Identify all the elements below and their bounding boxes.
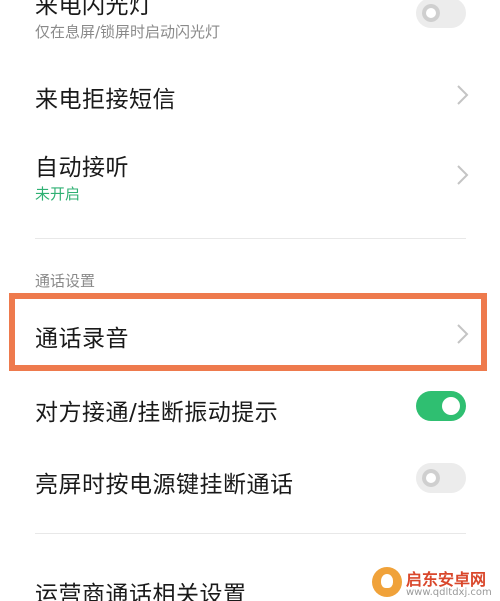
setting-row-auto-answer[interactable]: 自动接听 未开启	[0, 140, 500, 210]
call-settings-screen: 来电闪光灯 仅在息屏/锁屏时启动闪光灯 来电拒接短信 自动接听 未开启 通话设置…	[0, 0, 500, 601]
setting-title: 对方接通/挂断振动提示	[35, 400, 279, 426]
setting-row-reject-sms[interactable]: 来电拒接短信	[0, 70, 500, 120]
toggle-knob	[422, 469, 440, 487]
setting-row-flash[interactable]: 来电闪光灯 仅在息屏/锁屏时启动闪光灯	[0, 0, 500, 54]
setting-subtitle: 仅在息屏/锁屏时启动闪光灯	[35, 23, 221, 41]
setting-title: 来电闪光灯	[35, 0, 153, 19]
setting-title: 来电拒接短信	[35, 87, 176, 113]
watermark-logo-icon	[372, 567, 402, 597]
section-header-call-settings: 通话设置	[35, 272, 96, 290]
toggle-knob	[422, 4, 440, 22]
setting-row-vibrate-on-connect[interactable]: 对方接通/挂断振动提示	[0, 384, 500, 430]
divider	[35, 238, 466, 239]
watermark: 启东安卓网 www.qdltdxj.com	[372, 566, 496, 600]
setting-title: 自动接听	[35, 155, 129, 181]
chevron-right-icon	[452, 83, 472, 107]
highlight-box	[9, 293, 487, 371]
setting-status: 未开启	[35, 185, 81, 203]
setting-row-power-key-hangup[interactable]: 亮屏时按电源键挂断通话	[0, 455, 500, 501]
chevron-right-icon	[452, 163, 472, 187]
setting-title: 运营商通话相关设置	[35, 582, 247, 601]
watermark-url: www.qdltdxj.com	[406, 587, 492, 598]
divider	[35, 533, 466, 534]
power-key-toggle[interactable]	[416, 463, 466, 493]
toggle-knob	[442, 397, 460, 415]
vibrate-toggle[interactable]	[416, 391, 466, 421]
setting-title: 亮屏时按电源键挂断通话	[35, 472, 294, 498]
flash-toggle[interactable]	[416, 0, 466, 28]
